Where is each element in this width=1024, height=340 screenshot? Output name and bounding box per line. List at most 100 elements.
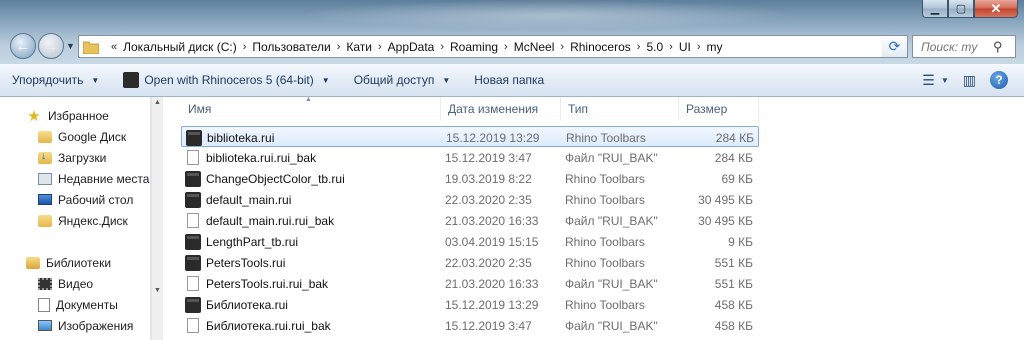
new-folder-button[interactable]: Новая папка	[462, 64, 556, 96]
nav-item-pictures[interactable]: Изображения	[38, 315, 133, 336]
nav-item-label: Рабочий стол	[58, 192, 134, 207]
maximize-button[interactable]: ▢	[948, 0, 974, 18]
nav-item-video[interactable]: Видео	[38, 273, 93, 294]
file-row[interactable]: biblioteka.rui.rui_bak 15.12.2019 3:47 Фай…	[181, 147, 759, 168]
file-size: 284 КБ	[715, 130, 754, 145]
breadcrumb-item[interactable]: UI	[679, 40, 691, 54]
file-size: 30 495 КБ	[698, 213, 753, 228]
view-options-button[interactable]: ☰ ▼	[922, 72, 948, 89]
close-button[interactable]: ✕	[974, 0, 1018, 18]
nav-scrollbar[interactable]: ▲ ▼	[151, 97, 163, 340]
recent-places-icon	[38, 172, 52, 185]
nav-item-label: Недавние места	[58, 171, 150, 186]
column-header-type[interactable]: Тип	[561, 97, 679, 121]
file-name: PetersTools.rui.rui_bak	[206, 276, 329, 291]
breadcrumb-separator-icon[interactable]: ›	[440, 41, 444, 53]
recent-pages-dropdown[interactable]: ▼	[66, 41, 75, 51]
file-row[interactable]: LengthPart_tb.rui 03.04.2019 15:15 Rhino T…	[181, 231, 759, 252]
column-header-size[interactable]: Размер	[679, 97, 759, 121]
file-row[interactable]: default_main.rui 22.03.2020 2:35 Rhino Too…	[181, 189, 759, 210]
column-header-name[interactable]: Имя	[181, 97, 441, 121]
file-row[interactable]: Библиотека.rui.rui_bak 15.12.2019 3:47 Фай…	[181, 315, 759, 336]
folder-icon	[38, 130, 52, 143]
breadcrumb-item[interactable]: McNeel	[514, 40, 555, 54]
star-icon: ★	[27, 107, 41, 125]
organize-menu[interactable]: Упорядочить ▼	[0, 64, 111, 96]
new-folder-label: Новая папка	[474, 73, 545, 87]
refresh-icon: ⟳	[888, 38, 901, 54]
breadcrumb-separator-icon[interactable]: ›	[378, 41, 382, 53]
breadcrumb-item[interactable]: Rhinoceros	[570, 40, 631, 54]
nav-item-desktop[interactable]: Рабочий стол	[38, 189, 133, 210]
breadcrumb-separator-icon[interactable]: ›	[669, 41, 673, 53]
breadcrumb-separator-icon[interactable]: ›	[560, 41, 564, 53]
nav-item-google-drive[interactable]: Google Диск	[38, 126, 126, 147]
forward-button[interactable]: →	[38, 33, 64, 59]
file-name: LengthPart_tb.rui	[206, 234, 299, 249]
address-bar[interactable]: « Локальный диск (C:) › Пользователи › Кати ›…	[78, 35, 906, 58]
scroll-up-icon[interactable]: ▲	[154, 99, 161, 106]
search-icon[interactable]: ⚲	[993, 39, 1003, 55]
file-name-cell: PetersTools.rui.rui_bak	[185, 273, 328, 294]
breadcrumb-item[interactable]: Кати	[346, 40, 372, 54]
file-row[interactable]: PetersTools.rui.rui_bak 21.03.2020 16:33 Ф…	[181, 273, 759, 294]
libraries-icon	[26, 256, 40, 269]
overflow-chevron-icon[interactable]: «	[111, 41, 117, 53]
generic-file-icon	[187, 213, 199, 228]
breadcrumb-item[interactable]: Пользователи	[252, 40, 330, 54]
file-size: 69 КБ	[721, 171, 753, 186]
breadcrumb-separator-icon[interactable]: ›	[337, 41, 341, 53]
breadcrumb-item[interactable]: 5.0	[646, 40, 663, 54]
share-menu[interactable]: Общий доступ ▼	[342, 64, 463, 96]
nav-item-recent-places[interactable]: Недавние места	[38, 168, 149, 189]
breadcrumb-item[interactable]: Локальный диск (C:)	[123, 40, 237, 54]
refresh-button[interactable]: ⟳	[882, 35, 908, 58]
file-row[interactable]: PetersTools.rui 22.03.2020 2:35 Rhino Tool…	[181, 252, 759, 273]
file-row[interactable]: default_main.rui.rui_bak 21.03.2020 16:33…	[181, 210, 759, 231]
breadcrumb-separator-icon[interactable]: ›	[697, 41, 701, 53]
toolbar-right-group: ☰ ▼ ▥ ?	[908, 64, 1008, 96]
breadcrumb-separator-icon[interactable]: ›	[637, 41, 641, 53]
nav-item-documents[interactable]: Документы	[38, 294, 118, 315]
file-size: 458 КБ	[714, 297, 753, 312]
help-button[interactable]: ?	[990, 71, 1008, 89]
file-name: biblioteka.rui	[207, 130, 275, 145]
breadcrumb-item[interactable]: AppData	[388, 40, 435, 54]
search-box[interactable]: ⚲	[912, 35, 1016, 58]
scroll-down-icon[interactable]: ▼	[154, 287, 161, 294]
file-row[interactable]: biblioteka.rui 15.12.2019 13:29 Rhino Tool…	[181, 126, 759, 147]
titlebar-glow	[300, 0, 800, 30]
rhino-toolbar-file-icon	[186, 129, 202, 146]
file-date: 15.12.2019 3:47	[445, 318, 532, 333]
preview-pane-button[interactable]: ▥	[963, 72, 976, 89]
column-header-date[interactable]: Дата изменения	[441, 97, 561, 121]
file-type: Файл "RUI_BAK"	[565, 150, 658, 165]
breadcrumb-separator-icon[interactable]: ›	[504, 41, 508, 53]
back-button[interactable]: ←	[10, 33, 36, 59]
breadcrumb-item[interactable]: Roaming	[450, 40, 498, 54]
generic-file-icon	[187, 276, 199, 291]
nav-item-yandex-disk[interactable]: Яндекс.Диск	[38, 210, 128, 231]
help-icon: ?	[990, 71, 1008, 89]
column-header-label: Размер	[686, 102, 728, 116]
file-type: Файл "RUI_BAK"	[565, 213, 658, 228]
minimize-icon: ▁	[930, 3, 940, 15]
nav-item-downloads[interactable]: Загрузки	[38, 147, 106, 168]
open-with-button[interactable]: Open with Rhinoceros 5 (64-bit) ▼	[111, 64, 341, 96]
column-header-label: Тип	[568, 102, 589, 116]
column-header-label: Дата изменения	[448, 102, 539, 116]
breadcrumb-separator-icon[interactable]: ›	[243, 41, 247, 53]
arrow-right-icon: →	[43, 37, 59, 55]
breadcrumb-item[interactable]: my	[706, 40, 722, 54]
search-input[interactable]	[921, 39, 991, 54]
file-row[interactable]: ChangeObjectColor_tb.rui 19.03.2019 8:22 R…	[181, 168, 759, 189]
nav-favorites[interactable]: ★ Избранное	[26, 105, 109, 126]
file-row[interactable]: Библиотека.rui 15.12.2019 13:29 Rhino Tool…	[181, 294, 759, 315]
nav-item-label: Изображения	[58, 318, 134, 333]
file-size: 551 КБ	[714, 276, 753, 291]
file-name-cell: Библиотека.rui.rui_bak	[185, 315, 331, 336]
minimize-button[interactable]: ▁	[922, 0, 948, 18]
nav-libraries[interactable]: Библиотеки	[26, 252, 111, 273]
file-date: 03.04.2019 15:15	[445, 234, 539, 249]
rhino-toolbar-file-icon	[185, 296, 201, 313]
